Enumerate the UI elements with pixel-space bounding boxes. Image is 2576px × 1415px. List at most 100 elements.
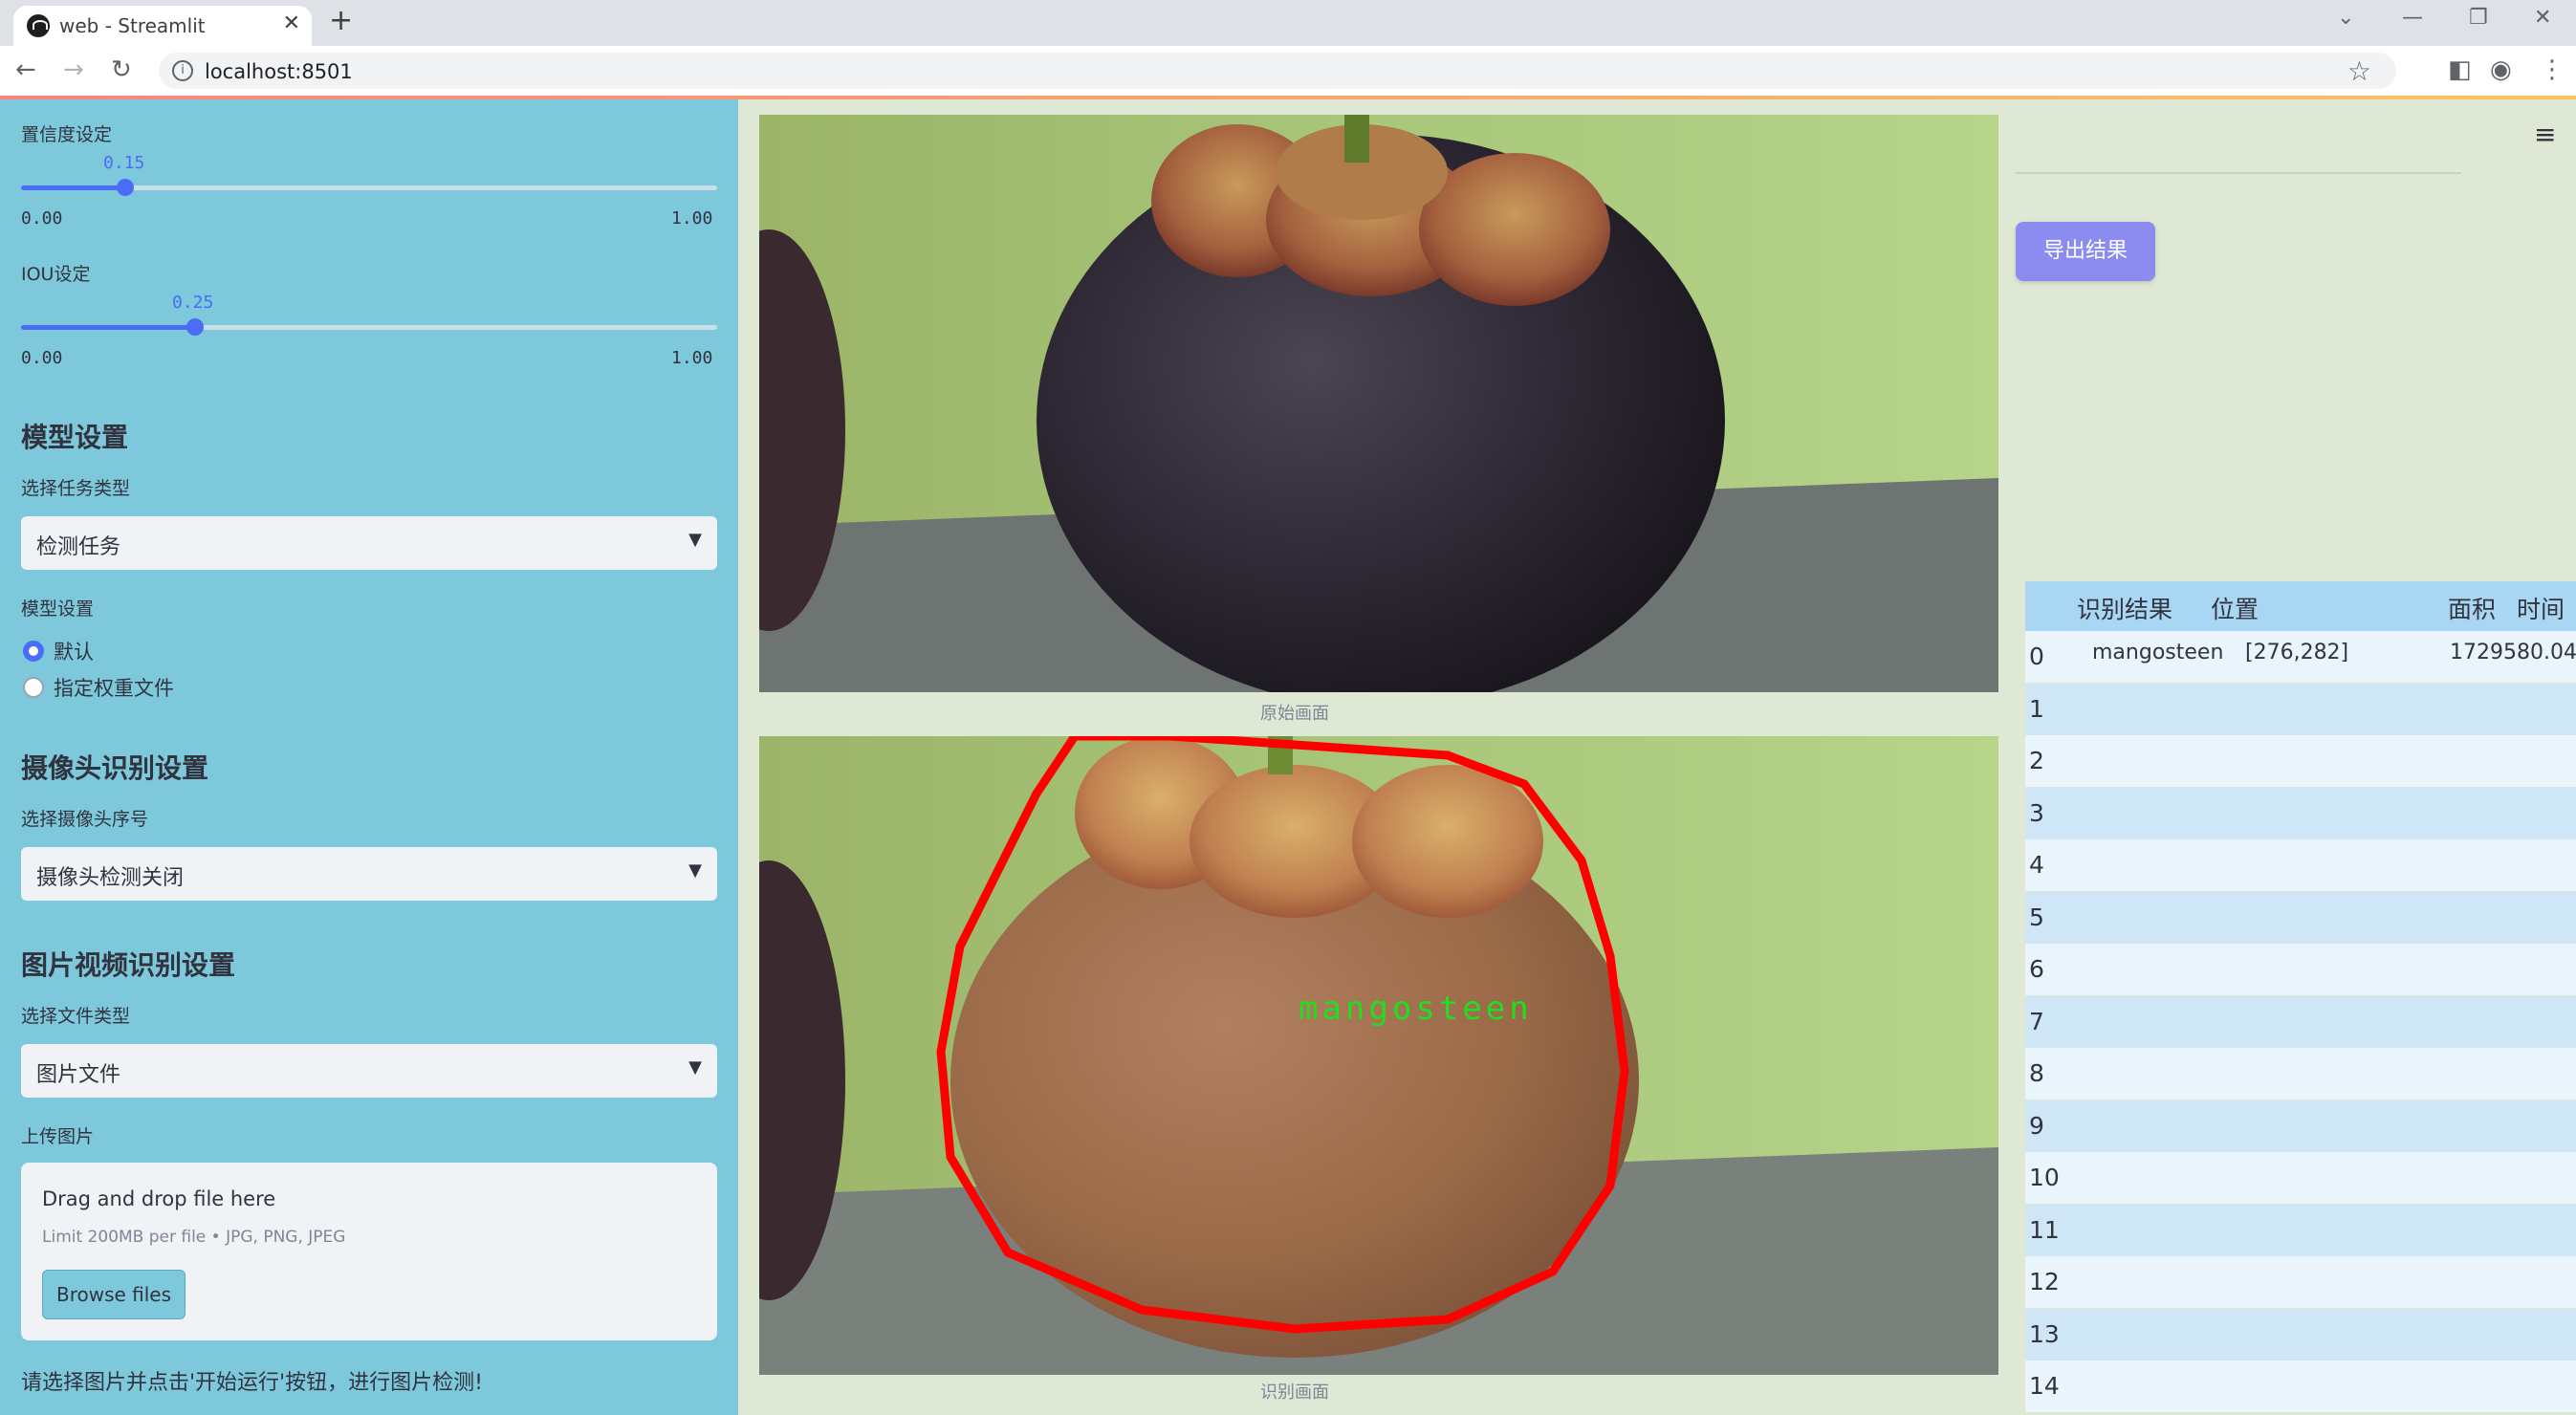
browser-tab[interactable]: web - Streamlit ✕ — [13, 6, 312, 46]
table-row[interactable]: 4 — [2025, 839, 2576, 891]
table-row[interactable]: 5 — [2025, 891, 2576, 944]
col-header-position[interactable]: 位置 — [2211, 591, 2259, 625]
result-image-caption: 识别画面 — [1260, 1382, 1329, 1403]
camera-value: 摄像头检测关闭 — [36, 866, 185, 890]
confidence-value: 0.15 — [103, 153, 145, 173]
iou-max: 1.00 — [671, 348, 713, 368]
radio-default[interactable] — [23, 641, 44, 662]
table-row[interactable]: 13 — [2025, 1308, 2576, 1361]
camera-select[interactable]: 摄像头检测关闭 ▼ — [21, 847, 717, 901]
file-type-select[interactable]: 图片文件 ▼ — [21, 1044, 717, 1098]
table-row[interactable]: 14 — [2025, 1361, 2576, 1412]
table-header: 识别结果 位置 面积 时间 — [2025, 581, 2576, 631]
browse-files-button[interactable]: Browse files — [42, 1270, 186, 1319]
radio-custom-weights-label[interactable]: 指定权重文件 — [54, 673, 174, 702]
export-results-button[interactable]: 导出结果 — [2016, 222, 2155, 281]
result-image: mangosteen — [759, 736, 1998, 1375]
address-bar[interactable]: i localhost:8501 ☆ — [159, 53, 2396, 89]
row-index: 14 — [2029, 1372, 2060, 1400]
task-type-value: 检测任务 — [36, 535, 121, 559]
new-tab-icon[interactable]: + — [329, 4, 353, 37]
camera-settings-heading: 摄像头识别设置 — [21, 752, 209, 784]
col-header-time[interactable]: 时间 — [2517, 591, 2565, 625]
iou-slider-fill — [21, 325, 195, 330]
bookmark-star-icon[interactable]: ☆ — [2347, 55, 2371, 87]
table-row[interactable]: 1 — [2025, 683, 2576, 735]
original-image-caption: 原始画面 — [1260, 704, 1329, 724]
streamlit-favicon-icon — [27, 14, 50, 37]
row-index: 12 — [2029, 1268, 2060, 1295]
close-window-icon[interactable]: ✕ — [2534, 6, 2551, 30]
restore-icon[interactable]: ❐ — [2469, 6, 2488, 30]
table-row[interactable]: 3 — [2025, 787, 2576, 839]
row-index: 5 — [2029, 903, 2044, 931]
table-row[interactable]: 0 mangosteen [276,282] 1729580.04 — [2025, 631, 2576, 683]
cell-position: [276,282] — [2245, 641, 2349, 664]
file-settings-heading: 图片视频识别设置 — [21, 949, 236, 981]
divider — [2016, 172, 2461, 174]
row-index: 6 — [2029, 955, 2044, 983]
dropzone-limit: Limit 200MB per file • JPG, PNG, JPEG — [42, 1228, 346, 1247]
chevron-down-icon: ▼ — [688, 1057, 702, 1078]
browser-toolbar: ← → ↻ i localhost:8501 ☆ ◧ ◉ ⋮ — [0, 46, 2576, 97]
browser-menu-icon[interactable]: ⋮ — [2540, 55, 2565, 84]
table-row[interactable]: 11 — [2025, 1204, 2576, 1256]
radio-custom-weights[interactable] — [23, 677, 44, 698]
tab-search-chevron-icon[interactable]: ⌄ — [2337, 6, 2354, 30]
row-index: 3 — [2029, 798, 2044, 827]
table-row[interactable]: 12 — [2025, 1256, 2576, 1308]
row-index: 4 — [2029, 851, 2044, 879]
url-text[interactable]: localhost:8501 — [205, 60, 353, 83]
confidence-slider-fill — [21, 185, 126, 190]
row-index: 9 — [2029, 1111, 2044, 1140]
confidence-slider[interactable] — [21, 179, 717, 196]
sidebar: 置信度设定 0.15 0.00 1.00 IOU设定 0.25 0.00 1.0… — [0, 99, 738, 1415]
table-row[interactable]: 6 — [2025, 944, 2576, 995]
task-type-select[interactable]: 检测任务 ▼ — [21, 516, 717, 570]
iou-min: 0.00 — [21, 348, 63, 368]
weights-label: 模型设置 — [21, 599, 95, 620]
table-row[interactable]: 10 — [2025, 1152, 2576, 1204]
original-image — [759, 115, 1998, 692]
confidence-slider-thumb[interactable] — [117, 179, 135, 196]
tab-title: web - Streamlit — [59, 14, 206, 37]
model-settings-heading: 模型设置 — [21, 422, 129, 453]
confidence-max: 1.00 — [671, 208, 713, 229]
radio-default-label[interactable]: 默认 — [54, 637, 94, 665]
chevron-down-icon: ▼ — [688, 530, 702, 550]
table-row[interactable]: 2 — [2025, 735, 2576, 787]
file-type-value: 图片文件 — [36, 1063, 121, 1087]
row-index: 8 — [2029, 1059, 2044, 1087]
cell-area: 1729580.04 — [2450, 641, 2576, 664]
hamburger-menu-icon[interactable]: ≡ — [2534, 119, 2556, 150]
col-header-result[interactable]: 识别结果 — [2077, 591, 2172, 625]
iou-slider[interactable] — [21, 318, 717, 336]
file-type-label: 选择文件类型 — [21, 1006, 131, 1027]
back-icon[interactable]: ← — [15, 55, 36, 84]
row-index: 1 — [2029, 694, 2044, 723]
cell-result: mangosteen — [2092, 641, 2224, 664]
row-index: 11 — [2029, 1215, 2060, 1244]
dropzone-title: Drag and drop file here — [42, 1187, 276, 1210]
forward-icon[interactable]: → — [63, 55, 84, 84]
iou-value: 0.25 — [172, 293, 214, 313]
iou-label: IOU设定 — [21, 264, 91, 285]
col-header-area[interactable]: 面积 — [2448, 591, 2496, 625]
row-index: 0 — [2029, 642, 2044, 670]
row-index: 10 — [2029, 1164, 2060, 1191]
profile-avatar-icon[interactable]: ◉ — [2490, 55, 2512, 84]
close-tab-icon[interactable]: ✕ — [283, 11, 300, 35]
site-info-icon[interactable]: i — [172, 60, 193, 81]
camera-index-label: 选择摄像头序号 — [21, 809, 149, 830]
side-panel-icon[interactable]: ◧ — [2448, 55, 2472, 84]
file-uploader-dropzone[interactable]: Drag and drop file here Limit 200MB per … — [21, 1163, 717, 1340]
upload-label: 上传图片 — [21, 1126, 95, 1147]
table-row[interactable]: 7 — [2025, 995, 2576, 1048]
detection-label: mangosteen — [1299, 990, 1533, 1028]
minimize-icon[interactable]: — — [2402, 6, 2423, 30]
row-index: 13 — [2029, 1319, 2060, 1348]
reload-icon[interactable]: ↻ — [111, 55, 132, 84]
table-row[interactable]: 9 — [2025, 1099, 2576, 1152]
table-row[interactable]: 8 — [2025, 1048, 2576, 1099]
iou-slider-thumb[interactable] — [186, 318, 204, 336]
